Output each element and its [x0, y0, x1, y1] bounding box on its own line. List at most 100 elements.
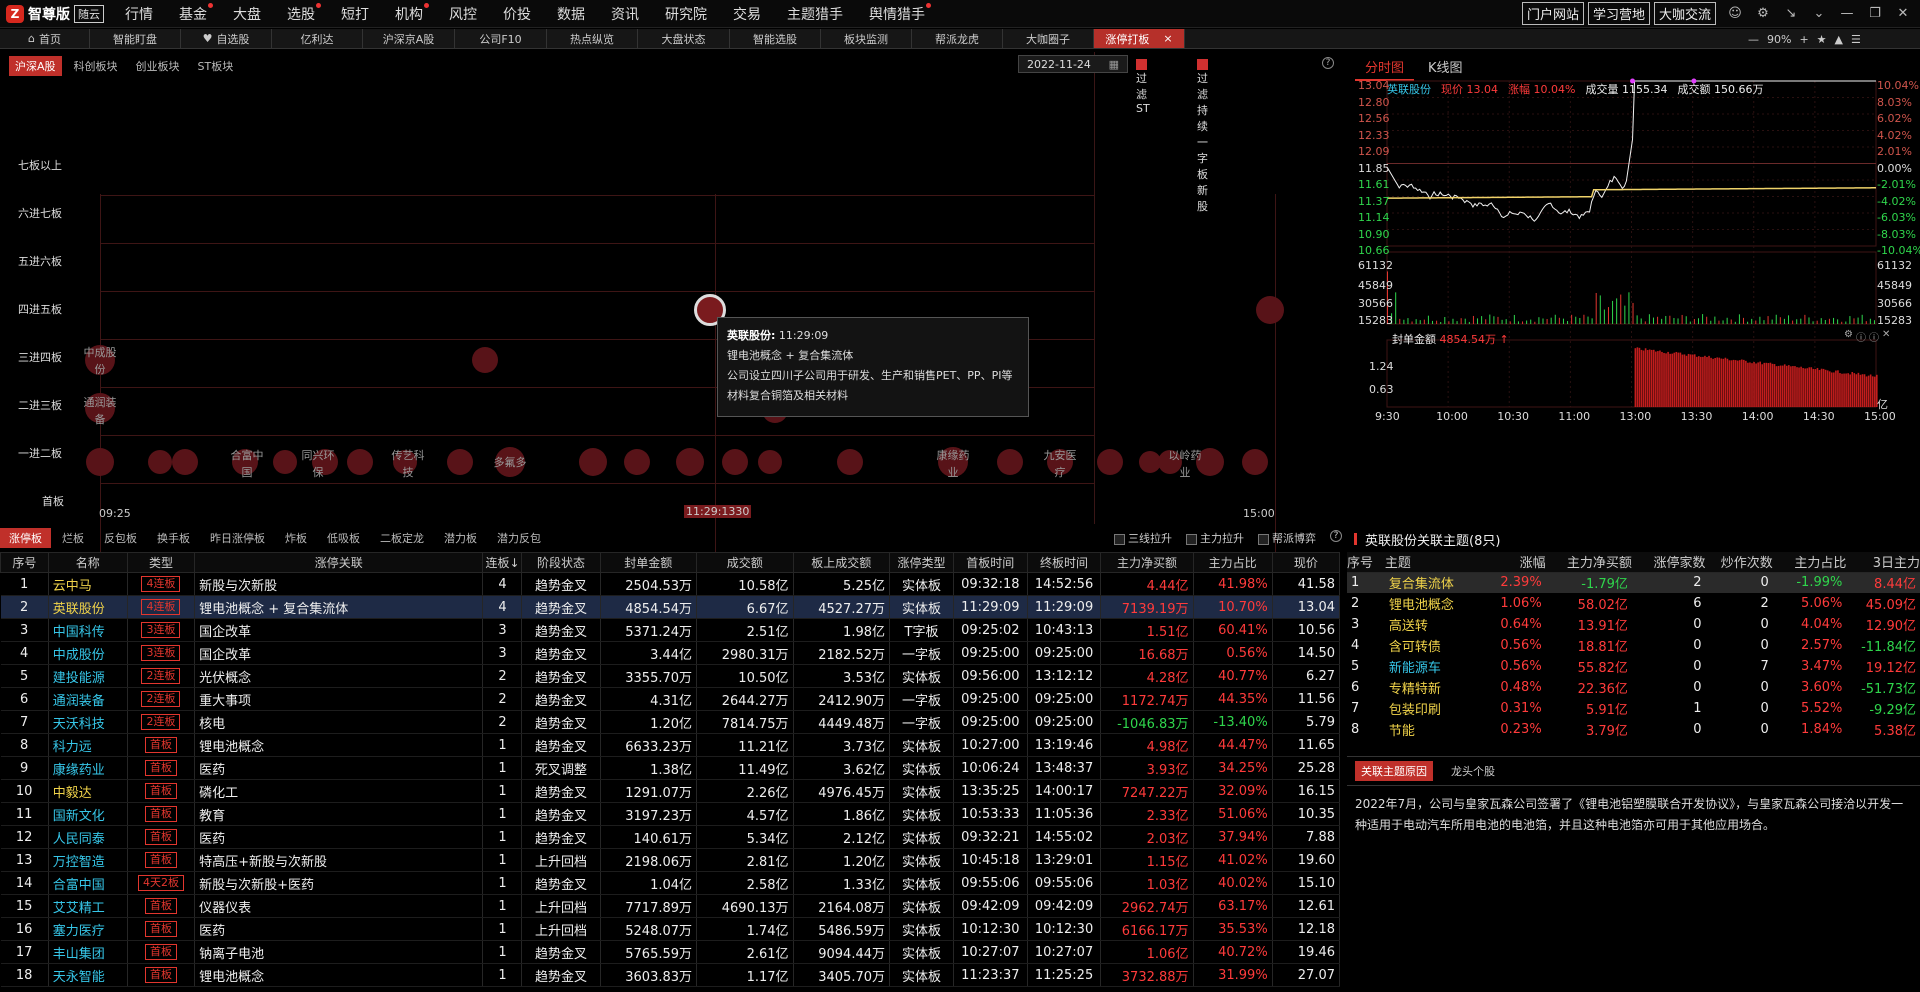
column-header[interactable]: 涨停关联 — [194, 552, 484, 573]
theme-row[interactable]: 5 新能源车 0.56% 55.82亿 0 7 3.47% 19.12亿 — [1347, 656, 1920, 677]
top-link-button-2[interactable]: 大咖交流 — [1653, 2, 1716, 25]
stock-bubble[interactable] — [472, 347, 498, 373]
page-tab-8[interactable]: 智能选股 — [730, 29, 821, 48]
page-tab-6[interactable]: 热点纵览 — [547, 29, 638, 48]
page-tab-12[interactable]: 涨停打板 × — [1094, 29, 1185, 48]
menu-item-11[interactable]: 交易 — [720, 4, 774, 24]
minimize-icon[interactable]: — — [1838, 5, 1856, 23]
column-header[interactable]: 序号 — [0, 552, 49, 573]
stock-bubble[interactable] — [837, 449, 863, 475]
table-row[interactable]: 15 艾艾精工 首板 仪器仪表 1 上升回档 7717.89万 4690.13万 2164.08… — [0, 894, 1341, 918]
table-row[interactable]: 14 合富中国 4天2板 新股与次新股+医药 1 趋势金叉 1.04亿 2.58亿 1.33亿实… — [0, 871, 1341, 895]
table-filter-1[interactable]: 主力拉升 — [1186, 530, 1244, 546]
page-tab-5[interactable]: 公司F10 — [455, 29, 547, 48]
table-filter-0[interactable]: 三线拉升 — [1114, 530, 1172, 546]
stock-bubble[interactable] — [624, 449, 650, 475]
intraday-chart[interactable] — [1347, 52, 1920, 522]
theme-row[interactable]: 4 含可转债 0.56% 18.81亿 0 0 2.57% -11.84亿 — [1347, 635, 1920, 656]
stock-bubble[interactable] — [1242, 449, 1268, 475]
stock-bubble[interactable] — [347, 449, 373, 475]
table-tab-2[interactable]: 反包板 — [95, 528, 146, 548]
settings-icon[interactable]: ⚙ — [1844, 329, 1853, 344]
table-row[interactable]: 8 科力远 首板 锂电池概念 1 趋势金叉 6633.23万 11.21亿 3.73亿 实体板 10… — [0, 733, 1341, 757]
stock-bubble[interactable] — [676, 448, 704, 476]
page-tab-7[interactable]: 大盘状态 — [638, 29, 730, 48]
help-icon[interactable]: ⓘ — [1869, 329, 1879, 344]
table-tab-3[interactable]: 换手板 — [148, 528, 199, 548]
zoom-out-icon[interactable]: — — [1748, 33, 1759, 46]
stock-bubble[interactable] — [758, 450, 782, 474]
reason-tab-0[interactable]: 关联主题原因 — [1355, 761, 1433, 781]
settings-icon[interactable]: ⚙ — [1754, 5, 1772, 23]
market-tab-0[interactable]: 沪深A股 — [9, 56, 62, 76]
help-icon[interactable]: ? — [1330, 530, 1342, 542]
stock-bubble[interactable] — [172, 449, 198, 475]
shrink-icon[interactable]: ↘ — [1782, 5, 1800, 23]
reason-tab-1[interactable]: 龙头个股 — [1445, 761, 1501, 781]
user-icon[interactable]: ☺ — [1726, 5, 1744, 23]
column-header[interactable]: 首板时间 — [952, 552, 1028, 573]
table-row[interactable]: 18 天永智能 首板 锂电池概念 1 趋势金叉 3603.83万 1.17亿 3405.70万实… — [0, 963, 1341, 987]
menu-item-2[interactable]: 大盘 — [220, 4, 274, 24]
filter-st-checkbox[interactable]: 过滤ST — [1136, 57, 1150, 115]
page-tab-2[interactable]: ♥ 自选股 — [181, 29, 272, 48]
column-header[interactable]: 类型 — [126, 552, 196, 573]
page-tab-0[interactable]: ⌂ 首页 — [0, 29, 90, 48]
table-tab-7[interactable]: 二板定龙 — [371, 528, 433, 548]
tab-close-icon[interactable]: × — [1163, 32, 1172, 45]
stock-bubble[interactable] — [1097, 449, 1123, 475]
table-row[interactable]: 9 康缘药业 首板 医药 1 死叉调整 1.38亿 11.49亿 3.62亿 实体板 10:06:2… — [0, 756, 1341, 780]
table-tab-1[interactable]: 烂板 — [53, 528, 93, 548]
column-header[interactable]: 封单金额 — [599, 552, 698, 573]
theme-row[interactable]: 3 高送转 0.64% 13.91亿 0 0 4.04% 12.90亿 — [1347, 614, 1920, 635]
page-tab-10[interactable]: 帮派龙虎 — [912, 29, 1003, 48]
table-row[interactable]: 10 中毅达 首板 磷化工 1 趋势金叉 1291.07万 2.26亿 4976.45万 实体板 1… — [0, 779, 1341, 803]
chevron-down-icon[interactable]: ⌄ — [1810, 5, 1828, 23]
column-header[interactable]: 终板时间 — [1026, 552, 1102, 573]
theme-column-header[interactable]: 涨幅 — [1484, 552, 1546, 573]
theme-column-header[interactable]: 序号 — [1347, 552, 1385, 573]
menu-item-12[interactable]: 主题猎手 — [774, 4, 856, 24]
stock-bubble[interactable] — [273, 450, 297, 474]
brand[interactable]: Z 智尊版 随云 — [0, 4, 112, 24]
theme-row[interactable]: 7 包装印刷 0.31% 5.91亿 1 0 5.52% -9.29亿 — [1347, 698, 1920, 719]
stock-bubble[interactable] — [722, 449, 748, 475]
column-header[interactable]: 阶段状态 — [521, 552, 601, 573]
table-row[interactable]: 11 国新文化 首板 教育 1 趋势金叉 3197.23万 4.57亿 1.86亿 实体板 10:5… — [0, 802, 1341, 826]
page-tab-4[interactable]: 沪深京A股 — [363, 29, 455, 48]
menu-icon[interactable]: ☰ — [1851, 33, 1861, 46]
table-row[interactable]: 1 云中马 4连板 新股与次新股 4 趋势金叉 2504.53万 10.58亿 5.25亿 实体板… — [0, 572, 1341, 596]
page-tab-11[interactable]: 大咖圈子 — [1003, 29, 1094, 48]
table-filter-2[interactable]: 帮派博弈 — [1258, 530, 1316, 546]
menu-item-8[interactable]: 数据 — [544, 4, 598, 24]
help-icon[interactable]: ⓘ — [1856, 329, 1866, 344]
stock-bubble[interactable] — [148, 450, 172, 474]
theme-column-header[interactable]: 主力占比 — [1772, 552, 1847, 573]
close-icon[interactable]: ✕ — [1882, 329, 1890, 344]
menu-item-0[interactable]: 行情 — [112, 4, 166, 24]
market-tab-2[interactable]: 创业板块 — [130, 56, 186, 76]
page-tab-3[interactable]: 亿利达 — [272, 29, 363, 48]
stock-bubble[interactable] — [997, 449, 1023, 475]
column-header[interactable]: 涨停类型 — [889, 552, 954, 573]
table-row[interactable]: 6 通润装备 2连板 重大事项 2 趋势金叉 4.31亿 2644.27万 2412.90万 一字… — [0, 687, 1341, 711]
column-header[interactable]: 连板↓ — [482, 552, 523, 573]
table-row[interactable]: 2 英联股份 4连板 锂电池概念 + 复合集流体 4 趋势金叉 4854.54万 6.67亿 4… — [0, 595, 1341, 619]
table-row[interactable]: 16 塞力医疗 首板 医药 1 上升回档 5248.07万 1.74亿 5486.59万 实体板 1… — [0, 917, 1341, 941]
column-header[interactable]: 主力净买额 — [1100, 552, 1194, 573]
close-icon[interactable]: ✕ — [1894, 5, 1912, 23]
theme-column-header[interactable]: 主力净买额 — [1545, 552, 1632, 573]
menu-item-13[interactable]: 舆情猎手 — [856, 2, 938, 24]
stock-bubble[interactable] — [86, 448, 114, 476]
column-header[interactable]: 板上成交额 — [792, 552, 891, 573]
star-icon[interactable]: ★ — [1817, 33, 1827, 46]
stock-bubble[interactable] — [579, 448, 607, 476]
pin-icon[interactable]: ▲ — [1835, 33, 1843, 46]
table-row[interactable]: 3 中国科传 3连板 国企改革 3 趋势金叉 5371.24万 2.51亿 1.98亿 T字板 09… — [0, 618, 1341, 642]
table-tab-0[interactable]: 涨停板 — [0, 528, 51, 548]
theme-column-header[interactable]: 主题 — [1384, 552, 1485, 573]
menu-item-10[interactable]: 研究院 — [652, 4, 720, 24]
theme-row[interactable]: 1 复合集流体 2.39% -1.79亿 2 0 -1.99% 8.44亿 — [1347, 572, 1920, 593]
table-row[interactable]: 7 天沃科技 2连板 核电 2 趋势金叉 1.20亿 7814.75万 4449.48万 一字板 0… — [0, 710, 1341, 734]
table-row[interactable]: 4 中成股份 3连板 国企改革 3 趋势金叉 3.44亿 2980.31万 2182.52万 一字… — [0, 641, 1341, 665]
